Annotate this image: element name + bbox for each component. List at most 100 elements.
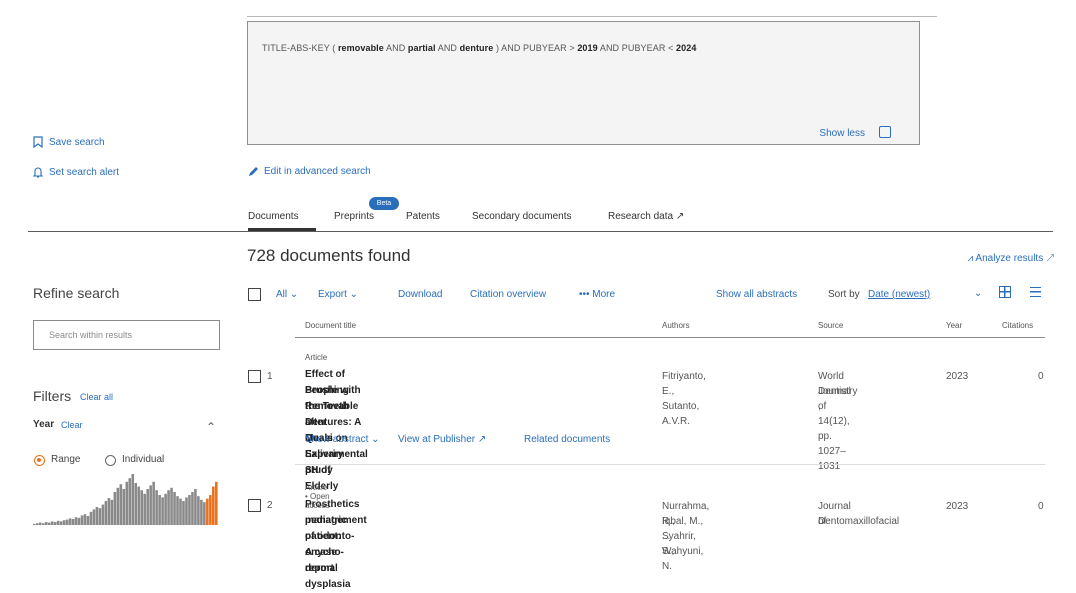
histogram-bar (134, 483, 138, 525)
histogram-bar (80, 515, 84, 525)
histogram-bar (173, 492, 176, 525)
row-divider (295, 464, 1045, 465)
row-checkbox[interactable] (248, 370, 261, 383)
histogram-bar (86, 516, 90, 525)
tab-documents[interactable]: Documents (248, 211, 299, 222)
header-rule (295, 337, 1045, 338)
col-authors[interactable]: Authors (662, 321, 690, 330)
histogram-bar (104, 501, 108, 525)
doc-year: 2023 (946, 371, 969, 382)
year-filter-label: Year (33, 419, 55, 430)
query-box[interactable]: TITLE-ABS-KEY ( removable AND partial AN… (247, 21, 920, 145)
histogram-bar (164, 493, 167, 525)
histogram-bar (143, 493, 146, 525)
histogram-bar (92, 509, 96, 525)
col-source[interactable]: Source (818, 321, 843, 330)
histogram-bar (116, 487, 120, 525)
individual-radio[interactable] (105, 455, 116, 466)
histogram-bar (200, 499, 203, 525)
bell-icon (33, 167, 43, 178)
chevron-down-icon[interactable]: ⌄ (974, 288, 982, 299)
col-year[interactable]: Year (946, 321, 962, 330)
copy-icon[interactable] (879, 126, 891, 138)
year-histogram[interactable] (33, 470, 218, 525)
histogram-bar (95, 507, 99, 525)
histogram-bar (140, 490, 143, 525)
bookmark-icon (33, 136, 43, 148)
chevron-up-icon[interactable]: ⌃ (206, 420, 216, 434)
histogram-bar (110, 499, 114, 525)
doc-source-line2[interactable]: Dentistry (818, 384, 857, 399)
set-alert-link[interactable]: Set search alert (33, 166, 119, 178)
edit-advanced-link[interactable]: Edit in advanced search (248, 165, 371, 177)
col-document-title[interactable]: Document title (305, 321, 356, 330)
list-view-icon[interactable] (1030, 287, 1041, 297)
tab-secondary[interactable]: Secondary documents (472, 211, 572, 222)
histogram-bar (212, 486, 215, 525)
doc-year: 2023 (946, 501, 969, 512)
histogram-bar (137, 486, 141, 525)
doc-title-line2[interactable]: pediatric patient: A case report (305, 513, 347, 577)
row-checkbox[interactable] (248, 499, 261, 512)
analyze-results-link[interactable]: ⩘ Analyze results ↗ (968, 253, 1054, 264)
beta-badge: Beta (369, 197, 399, 210)
search-within-input[interactable]: Search within results (33, 320, 220, 350)
histogram-bar (128, 478, 132, 525)
histogram-bar (182, 501, 185, 525)
doc-citations: 0 (1038, 501, 1044, 512)
all-dropdown[interactable]: All ⌄ (276, 289, 298, 300)
query-text: TITLE-ABS-KEY ( removable AND partial AN… (262, 43, 697, 53)
save-search-link[interactable]: Save search (33, 136, 105, 148)
results-count: 728 documents found (247, 246, 411, 265)
histogram-bar (107, 498, 111, 525)
tab-preprints[interactable]: Preprints (334, 211, 374, 222)
doc-authors[interactable]: Fitriyanto, E., Sutanto, A.V.R. (662, 369, 706, 429)
histogram-bar (68, 518, 72, 525)
doc-source-line2[interactable]: Dentomaxillofacial (818, 514, 899, 529)
histogram-bar (215, 481, 218, 525)
more-button[interactable]: ••• More (579, 289, 615, 300)
doc-authors-line2[interactable]: Iqbal, M., ... Wahyuni, N. (662, 514, 703, 574)
related-documents-link[interactable]: Related documents (524, 434, 610, 445)
histogram-bar (83, 514, 87, 525)
view-at-publisher-link[interactable]: View at Publisher ↗ (398, 434, 486, 445)
show-all-abstracts-button[interactable]: Show all abstracts (716, 289, 797, 300)
doc-citations: 0 (1038, 371, 1044, 382)
citation-overview-button[interactable]: Citation overview (470, 289, 546, 300)
doc-type: Article (305, 353, 328, 362)
histogram-bar (131, 474, 135, 525)
range-label: Range (51, 454, 81, 465)
table-view-icon[interactable] (999, 286, 1011, 298)
histogram-bar (89, 511, 93, 525)
section-divider (28, 231, 1053, 232)
histogram-bar (71, 519, 75, 525)
histogram-bar (146, 489, 149, 525)
analyze-results-label: Analyze results ↗ (975, 253, 1054, 264)
tab-research-data[interactable]: Research data ↗ (608, 211, 684, 222)
show-less-link[interactable]: Show less (819, 128, 865, 139)
histogram-bar (158, 495, 161, 525)
export-dropdown[interactable]: Export ⌄ (318, 289, 358, 300)
col-citations[interactable]: Citations (1002, 321, 1033, 330)
doc-source-line3: , 14(12), pp. 1027–1031 (818, 401, 850, 472)
show-abstract-link[interactable]: Show abstract ⌄ (305, 434, 380, 445)
download-button[interactable]: Download (398, 289, 442, 300)
histogram-bar (50, 521, 54, 525)
clear-all-link[interactable]: Clear all (80, 392, 113, 402)
tab-patents[interactable]: Patents (406, 211, 440, 222)
histogram-bar (188, 495, 191, 525)
row-number: 2 (267, 500, 273, 511)
histogram-bar (176, 496, 179, 525)
histogram-bar (179, 498, 182, 525)
histogram-bar (155, 490, 158, 525)
year-clear-link[interactable]: Clear (61, 420, 83, 430)
select-all-checkbox[interactable] (248, 288, 261, 301)
histogram-bar (125, 481, 129, 525)
sort-select[interactable]: Date (newest) (868, 289, 930, 300)
top-rule (247, 16, 937, 17)
histogram-bar (101, 504, 105, 525)
individual-label: Individual (122, 454, 165, 465)
range-radio[interactable] (34, 455, 45, 466)
histogram-bar (74, 517, 78, 525)
histogram-bar (197, 496, 200, 525)
